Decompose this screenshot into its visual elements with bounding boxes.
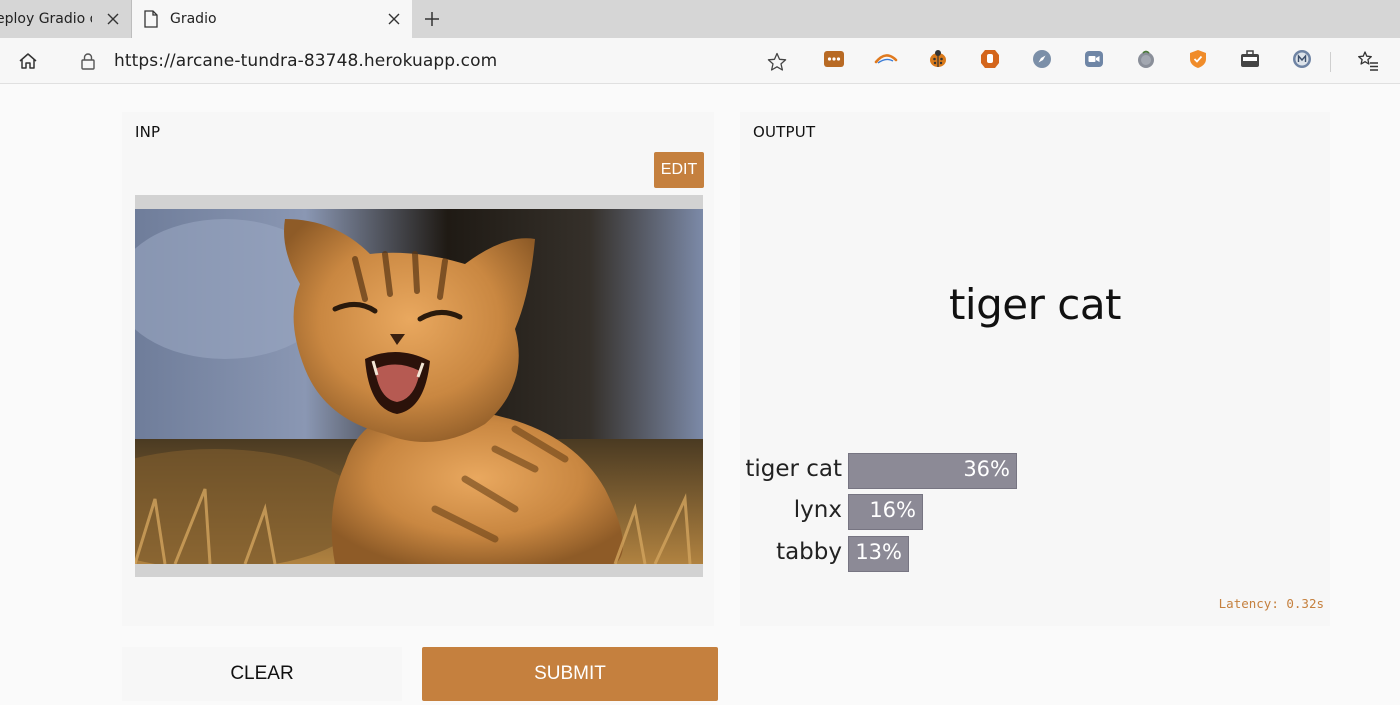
confidence-row: tiger cat 36%: [740, 453, 1330, 489]
input-panel: INP EDIT: [122, 112, 714, 626]
confidence-row: tabby 13%: [740, 536, 1330, 572]
favorite-star-icon[interactable]: [766, 51, 788, 73]
favorites-icon[interactable]: [1356, 49, 1380, 73]
home-icon: [19, 53, 37, 69]
m-circle-icon[interactable]: [1290, 47, 1314, 71]
tab-label: eploy Gradio o: [0, 11, 92, 27]
tab-strip: eploy Gradio o Gradio: [0, 0, 1400, 38]
address-bar[interactable]: https://arcane-tundra-83748.herokuapp.co…: [62, 43, 1316, 79]
confidence-value: 13%: [855, 540, 902, 564]
close-icon[interactable]: [384, 9, 404, 29]
home-button[interactable]: [16, 49, 40, 73]
output-panel: OUTPUT tiger cat tiger cat 36% lynx 16% …: [740, 112, 1330, 626]
tomato-icon[interactable]: [1134, 47, 1158, 71]
url-text[interactable]: https://arcane-tundra-83748.herokuapp.co…: [114, 51, 497, 71]
tab-deploy-gradio[interactable]: eploy Gradio o: [0, 0, 132, 38]
ladybug-icon[interactable]: [926, 47, 950, 71]
compass-icon[interactable]: [1030, 47, 1054, 71]
input-panel-title: INP: [135, 123, 161, 141]
tab-gradio[interactable]: Gradio: [132, 0, 412, 38]
confidence-label: lynx: [793, 497, 842, 523]
submit-button[interactable]: SUBMIT: [422, 647, 718, 701]
confidence-label: tiger cat: [745, 456, 842, 482]
browser-toolbar: https://arcane-tundra-83748.herokuapp.co…: [0, 38, 1400, 84]
menu-dots-icon[interactable]: [822, 47, 846, 71]
latency-text: Latency: 0.32s: [1218, 596, 1324, 611]
kitten-image: [135, 209, 703, 564]
confidence-row: lynx 16%: [740, 494, 1330, 530]
camera-icon[interactable]: [1082, 47, 1106, 71]
prediction-label: tiger cat: [948, 280, 1122, 329]
output-panel-title: OUTPUT: [753, 123, 816, 141]
lock-icon[interactable]: [80, 52, 96, 70]
confidence-bar: 16%: [848, 494, 923, 530]
close-icon[interactable]: [103, 9, 123, 29]
briefcase-icon[interactable]: [1238, 47, 1262, 71]
image-frame[interactable]: [135, 195, 703, 577]
edit-button[interactable]: EDIT: [654, 152, 704, 188]
shield-hand-icon[interactable]: [978, 47, 1002, 71]
confidence-bar: 13%: [848, 536, 909, 572]
confidence-value: 16%: [869, 498, 916, 522]
plus-icon: [425, 12, 439, 26]
confidence-value: 36%: [963, 457, 1010, 481]
confidence-label: tabby: [776, 539, 842, 565]
document-icon: [144, 10, 158, 28]
clear-button[interactable]: CLEAR: [122, 647, 402, 701]
swoosh-icon[interactable]: [874, 47, 898, 71]
toolbar-divider: [1330, 52, 1331, 72]
shield-badge-icon[interactable]: [1186, 47, 1210, 71]
new-tab-button[interactable]: [420, 7, 444, 31]
tab-label: Gradio: [170, 11, 217, 27]
confidence-bar: 36%: [848, 453, 1017, 489]
